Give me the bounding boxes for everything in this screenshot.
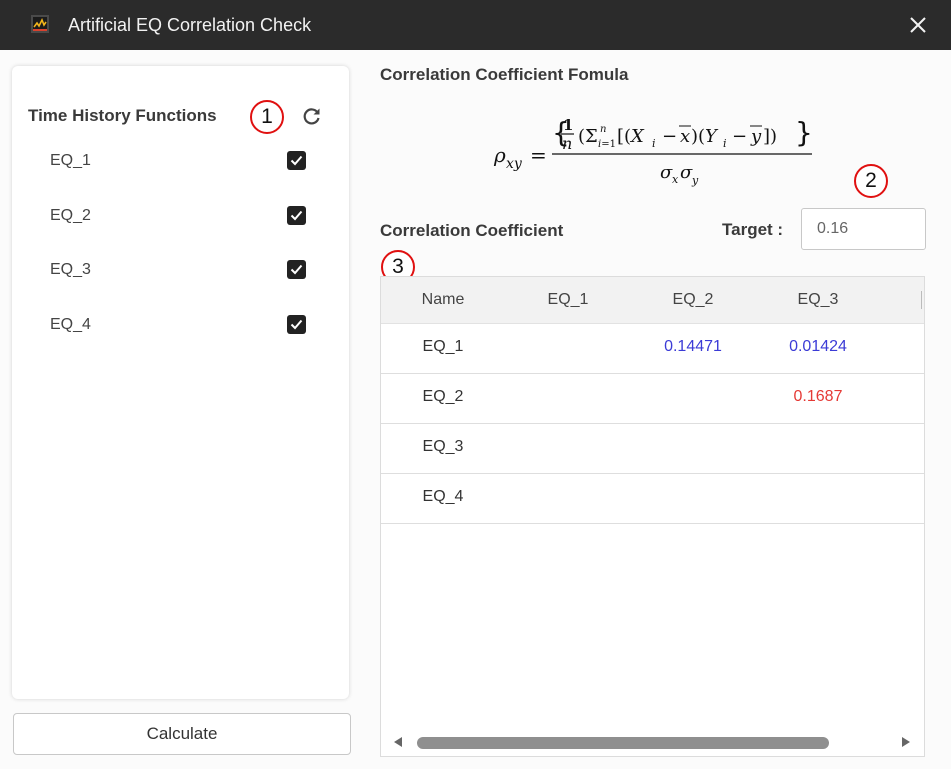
row-name-cell: EQ_2 xyxy=(422,388,464,405)
svg-text:=: = xyxy=(530,143,547,167)
function-checkbox-eq4[interactable] xyxy=(287,315,306,334)
svg-text:)(Y: )(Y xyxy=(691,126,719,147)
target-label: Target : xyxy=(722,220,784,239)
svg-text:1: 1 xyxy=(563,116,573,134)
table-row[interactable]: EQ_4 xyxy=(381,473,924,524)
coefficient-heading: Correlation Coefficient xyxy=(380,221,564,240)
scrollbar-thumb[interactable] xyxy=(417,737,829,749)
column-divider xyxy=(921,291,922,309)
dialog-body: Time History Functions 1 EQ_1 EQ_2 EQ_3 … xyxy=(0,50,951,769)
svg-text:[(X: [(X xyxy=(617,126,645,147)
column-header-eq1[interactable]: EQ_1 xyxy=(518,291,618,309)
svg-text:]): ]) xyxy=(763,126,777,147)
table-row[interactable]: EQ_1 0.14471 0.01424 xyxy=(381,323,924,374)
row-name-cell: EQ_3 xyxy=(422,438,464,455)
function-checkbox-eq2[interactable] xyxy=(287,206,306,225)
formula-heading: Correlation Coefficient Fomula xyxy=(380,65,629,84)
horizontal-scrollbar[interactable] xyxy=(381,728,924,756)
svg-text:−: − xyxy=(732,126,747,147)
checkmark-icon xyxy=(290,155,303,166)
function-label: EQ_4 xyxy=(50,316,91,333)
function-label: EQ_3 xyxy=(50,261,91,278)
correlation-formula: ρ xy = { 1 n (Σ n i=1 [(X i − x )(Y i − … xyxy=(493,116,813,187)
target-input[interactable] xyxy=(801,208,926,250)
svg-text:i: i xyxy=(723,137,727,150)
title-bar: Artificial EQ Correlation Check xyxy=(0,0,951,50)
svg-text:x: x xyxy=(672,173,679,186)
scroll-right-icon[interactable] xyxy=(901,737,911,747)
time-history-panel: Time History Functions 1 EQ_1 EQ_2 EQ_3 … xyxy=(12,66,349,699)
svg-text:}: } xyxy=(795,116,813,149)
annotation-marker-1: 1 xyxy=(250,100,284,134)
function-label: EQ_2 xyxy=(50,207,91,224)
svg-text:y: y xyxy=(750,126,762,147)
table-row[interactable]: EQ_3 xyxy=(381,423,924,474)
function-checkbox-eq1[interactable] xyxy=(287,151,306,170)
function-checkbox-eq3[interactable] xyxy=(287,260,306,279)
svg-text:i=1: i=1 xyxy=(598,139,616,150)
cell-eq3: 0.01424 xyxy=(789,338,847,355)
row-name-cell: EQ_1 xyxy=(422,338,464,355)
app-icon xyxy=(31,15,49,33)
checkmark-icon xyxy=(290,264,303,275)
annotation-marker-2: 2 xyxy=(854,164,888,198)
function-item-eq2[interactable]: EQ_2 xyxy=(50,204,320,230)
cell-eq3: 0.1687 xyxy=(793,388,843,405)
checkmark-icon xyxy=(290,319,303,330)
correlation-grid: Name EQ_1 EQ_2 EQ_3 EQ_1 0.14471 0.01424… xyxy=(380,276,925,757)
svg-text:xy: xy xyxy=(506,156,523,172)
time-history-title: Time History Functions xyxy=(28,106,217,125)
refresh-icon[interactable] xyxy=(302,106,322,126)
svg-text:−: − xyxy=(662,126,677,147)
svg-text:ρ: ρ xyxy=(493,143,506,167)
scroll-left-icon[interactable] xyxy=(393,737,403,747)
svg-text:n: n xyxy=(600,124,606,135)
svg-text:y: y xyxy=(691,174,699,187)
column-header-eq3[interactable]: EQ_3 xyxy=(768,291,868,309)
row-name-cell: EQ_4 xyxy=(422,488,464,505)
column-header-eq2[interactable]: EQ_2 xyxy=(643,291,743,309)
window-title: Artificial EQ Correlation Check xyxy=(68,15,312,35)
calculate-button[interactable]: Calculate xyxy=(13,713,351,755)
checkmark-icon xyxy=(290,210,303,221)
svg-text:i: i xyxy=(652,137,656,150)
svg-text:n: n xyxy=(562,134,572,153)
function-label: EQ_1 xyxy=(50,152,91,169)
grid-header: Name EQ_1 EQ_2 EQ_3 xyxy=(381,277,924,324)
function-item-eq4[interactable]: EQ_4 xyxy=(50,313,320,339)
table-row[interactable]: EQ_2 0.1687 xyxy=(381,373,924,424)
svg-text:(Σ: (Σ xyxy=(578,126,598,147)
function-item-eq3[interactable]: EQ_3 xyxy=(50,258,320,284)
cell-eq2: 0.14471 xyxy=(664,338,722,355)
function-item-eq1[interactable]: EQ_1 xyxy=(50,149,320,175)
close-icon[interactable] xyxy=(905,12,931,38)
svg-text:x: x xyxy=(680,126,690,147)
column-header-name[interactable]: Name xyxy=(393,291,493,309)
